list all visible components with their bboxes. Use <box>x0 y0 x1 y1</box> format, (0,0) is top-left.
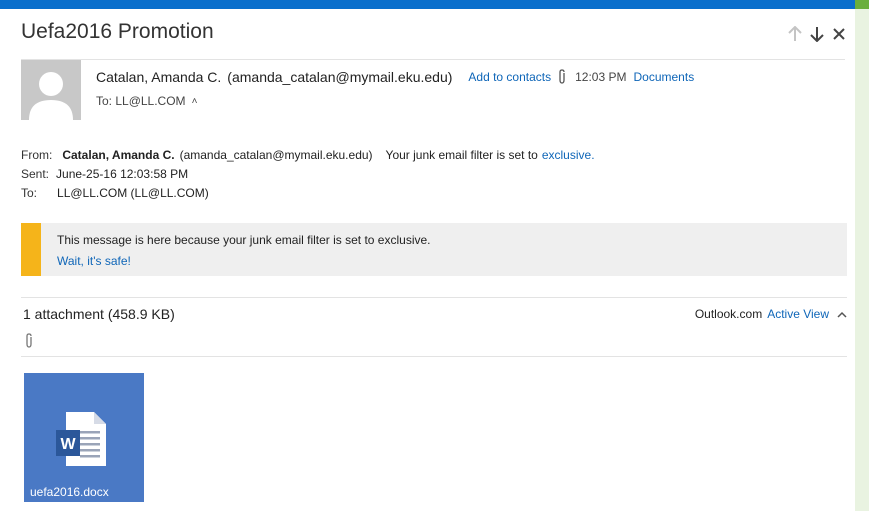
attachment-view-controls: Outlook.com Active View <box>695 307 847 321</box>
attachment-tile[interactable]: W uefa2016.docx <box>24 373 144 502</box>
junk-warning-banner: This message is here because your junk e… <box>21 223 847 276</box>
to-label: To: <box>21 186 38 200</box>
to-row: To: LL@LL.COM (LL@LL.COM) <box>21 186 209 200</box>
person-placeholder-icon <box>21 60 81 120</box>
recipient-line: To: LL@LL.COM ˄ <box>96 94 197 108</box>
arrow-down-icon <box>810 27 824 42</box>
sender-email: (amanda_catalan@mymail.eku.edu) <box>227 69 453 85</box>
previous-message-button[interactable] <box>786 24 804 44</box>
warning-stripe <box>21 223 41 276</box>
sent-value: June-25-16 12:03:58 PM <box>56 167 189 181</box>
from-email: (amanda_catalan@mymail.eku.edu) <box>179 148 373 162</box>
from-name: Catalan, Amanda C. <box>62 148 175 162</box>
close-icon <box>833 28 845 40</box>
sent-time: 12:03 PM <box>575 70 627 84</box>
from-row: From: Catalan, Amanda C. (amanda_catalan… <box>21 148 595 162</box>
arrow-up-icon <box>788 26 802 41</box>
right-pane-edge <box>855 0 869 511</box>
collapse-recipients-icon[interactable]: ˄ <box>192 96 198 107</box>
attachments-top-divider <box>21 297 847 298</box>
avatar <box>21 60 81 120</box>
provider-label: Outlook.com <box>694 307 763 321</box>
sender-name[interactable]: Catalan, Amanda C. <box>96 69 221 85</box>
attachment-filename: uefa2016.docx <box>30 485 109 499</box>
email-subject: Uefa2016 Promotion <box>21 20 214 43</box>
wait-its-safe-link[interactable]: Wait, it's safe! <box>57 254 131 268</box>
active-view-link[interactable]: Active View <box>767 307 829 321</box>
junk-filter-note: Your junk email filter is set to <box>385 148 538 162</box>
word-document-icon: W <box>56 411 108 472</box>
header-divider <box>21 59 845 60</box>
junk-warning-message: This message is here because your junk e… <box>57 233 431 247</box>
paperclip-icon <box>557 69 567 85</box>
svg-text:W: W <box>60 436 76 453</box>
documents-link[interactable]: Documents <box>634 70 695 84</box>
recipient-summary: To: LL@LL.COM <box>96 94 186 108</box>
from-label: From: <box>21 148 53 162</box>
attachments-bottom-divider <box>21 356 847 357</box>
to-value: LL@LL.COM (LL@LL.COM) <box>57 186 209 200</box>
attachment-paperclip-icon[interactable] <box>24 333 34 354</box>
attachment-summary: 1 attachment (458.9 KB) <box>23 306 175 322</box>
sent-row: Sent: June-25-16 12:03:58 PM <box>21 167 188 181</box>
chevron-up-icon[interactable] <box>837 311 847 318</box>
sender-line: Catalan, Amanda C. (amanda_catalan@mymai… <box>96 69 694 85</box>
add-to-contacts-link[interactable]: Add to contacts <box>468 70 551 84</box>
junk-filter-link[interactable]: exclusive. <box>542 148 595 162</box>
next-message-button[interactable] <box>808 24 826 44</box>
top-accent-bar <box>0 0 869 9</box>
close-button[interactable] <box>830 24 848 44</box>
sent-label: Sent: <box>21 167 50 181</box>
